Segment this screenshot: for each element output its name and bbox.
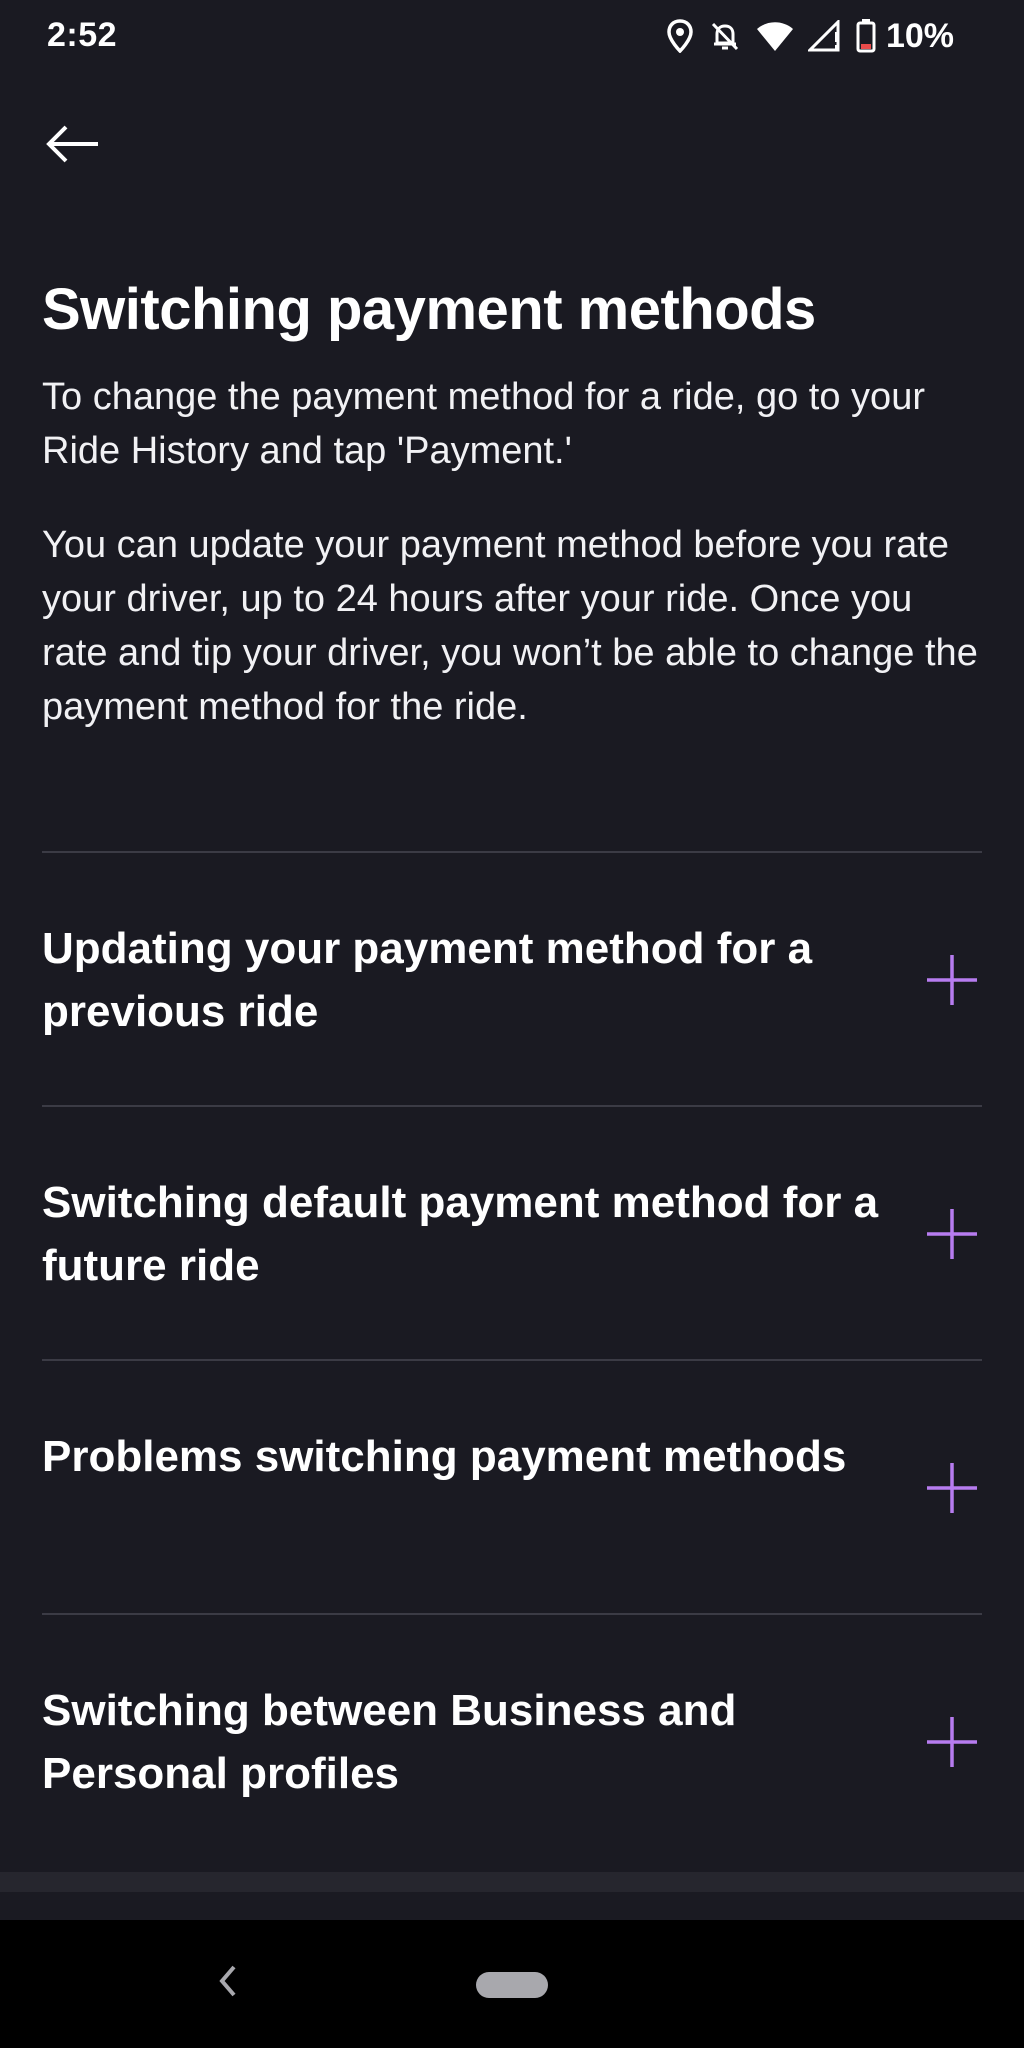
status-time: 2:52 bbox=[47, 16, 118, 54]
faq-item-problems-switching[interactable]: Problems switching payment methods bbox=[42, 1359, 982, 1613]
faq-item-title: Updating your payment method for a previ… bbox=[42, 924, 813, 1036]
nav-back-button[interactable] bbox=[208, 1958, 248, 2008]
location-icon bbox=[666, 19, 694, 53]
battery-percentage: 10% bbox=[885, 16, 954, 55]
faq-item-title: Switching default payment method for a f… bbox=[42, 1178, 879, 1290]
article-content: Switching payment methods To change the … bbox=[42, 270, 982, 734]
article-paragraph: To change the payment method for a ride,… bbox=[42, 376, 925, 472]
faq-item-previous-ride[interactable]: Updating your payment method for a previ… bbox=[42, 851, 982, 1105]
faq-list: Updating your payment method for a previ… bbox=[42, 851, 982, 1867]
system-navigation-bar bbox=[0, 1920, 1024, 2048]
wifi-icon bbox=[756, 20, 794, 52]
faq-item-future-ride[interactable]: Switching default payment method for a f… bbox=[42, 1105, 982, 1359]
plus-icon[interactable] bbox=[926, 1716, 978, 1768]
cell-signal-icon bbox=[807, 20, 842, 52]
article-paragraph: You can update your payment method befor… bbox=[42, 524, 978, 728]
faq-item-business-personal[interactable]: Switching between Business and Personal … bbox=[42, 1613, 982, 1867]
status-icons: 10% bbox=[666, 14, 954, 58]
battery-low-icon bbox=[856, 19, 876, 53]
faq-item-title: Problems switching payment methods bbox=[42, 1432, 847, 1481]
status-bar: 2:52 10% bbox=[0, 0, 1024, 72]
content-footer-divider bbox=[0, 1872, 1024, 1892]
plus-icon[interactable] bbox=[926, 954, 978, 1006]
chevron-left-icon bbox=[217, 1964, 239, 2003]
nav-home-button[interactable] bbox=[476, 1972, 548, 1998]
plus-icon[interactable] bbox=[926, 1208, 978, 1260]
notifications-off-icon bbox=[708, 19, 742, 53]
plus-icon[interactable] bbox=[926, 1462, 978, 1514]
page-title: Switching payment methods bbox=[42, 277, 816, 342]
faq-item-title: Switching between Business and Personal … bbox=[42, 1686, 737, 1798]
back-button[interactable] bbox=[40, 118, 106, 174]
arrow-left-icon bbox=[46, 124, 100, 169]
